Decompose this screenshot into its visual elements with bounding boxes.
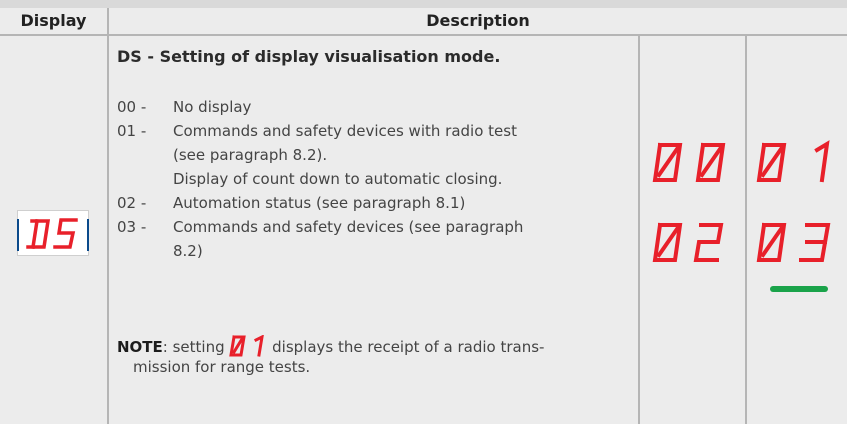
option-text: Automation status (see paragraph 8.1) (173, 194, 466, 212)
note-suffix: displays the receipt of a radio trans- (267, 338, 545, 356)
option-code: 03 - (117, 218, 147, 236)
selected-value-indicator (770, 286, 828, 292)
segment-value-01 (756, 140, 830, 183)
segment-value-03 (756, 222, 831, 262)
top-strip (0, 0, 847, 8)
option-code: 02 - (117, 194, 147, 212)
option-continuation: 8.2) (173, 242, 203, 260)
note-label: NOTE (117, 338, 163, 356)
segment-value-02 (652, 222, 724, 262)
option-03: 03 - Commands and safety devices (see par… (117, 218, 523, 236)
parameter-table: Display Description DS - Setting of disp… (0, 0, 847, 424)
column-divider (638, 35, 640, 424)
option-continuation: (see paragraph 8.2). (173, 146, 328, 164)
option-text: Commands and safety devices (see paragra… (173, 218, 524, 236)
ds-segment-display (26, 218, 78, 249)
column-divider (107, 8, 109, 424)
note-prefix: : setting (162, 338, 230, 356)
note-continuation: mission for range tests. (133, 358, 311, 376)
column-divider (745, 35, 747, 424)
display-header: Display (20, 11, 87, 30)
option-01: 01 - Commands and safety devices with rad… (117, 122, 517, 140)
option-code: 01 - (117, 122, 147, 140)
description-header: Description (426, 11, 530, 30)
header-divider (0, 34, 847, 36)
segment-value-00 (652, 142, 726, 182)
option-text: Commands and safety devices with radio t… (173, 122, 517, 140)
option-continuation: Display of count down to automatic closi… (173, 170, 503, 188)
option-02: 02 - Automation status (see paragraph 8.1… (117, 194, 465, 212)
option-text: No display (173, 98, 252, 116)
option-code: 00 - (117, 98, 147, 116)
note-value-segments (229, 334, 265, 357)
option-00: 00 - No display (117, 98, 251, 116)
parameter-title: DS - Setting of display visualisation mo… (117, 47, 501, 66)
display-code-box (17, 210, 89, 256)
